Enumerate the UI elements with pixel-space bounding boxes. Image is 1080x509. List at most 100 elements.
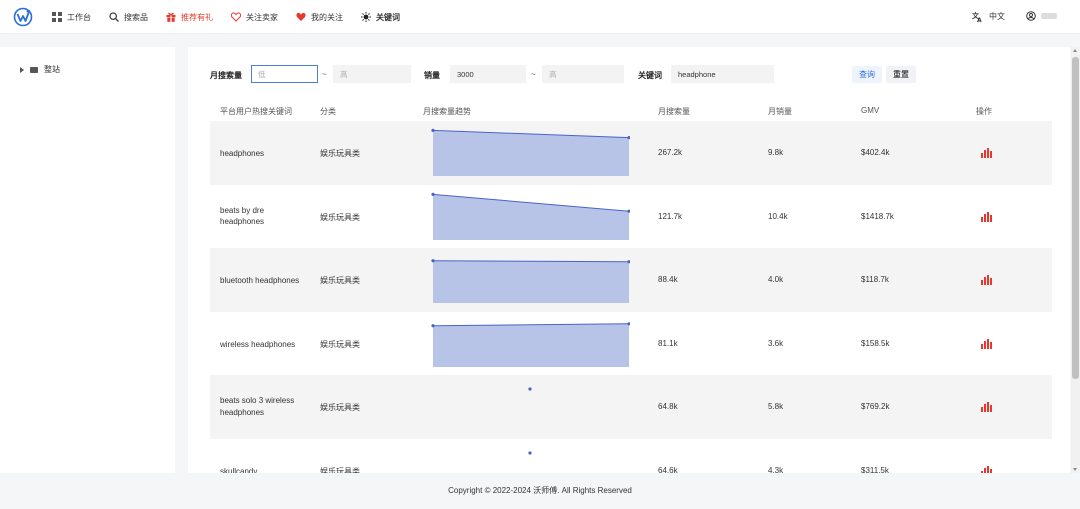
range-separator: ~ (531, 70, 536, 79)
bar-chart-icon[interactable] (981, 466, 993, 473)
header-keyword: 平台用户热搜关键词 (220, 107, 292, 116)
search-volume-cell: 88.4k (658, 275, 678, 285)
sales-min-input[interactable] (450, 65, 526, 83)
bar-chart-icon[interactable] (981, 275, 993, 286)
reset-button[interactable]: 重置 (886, 66, 916, 83)
heart-filled-icon (296, 12, 306, 21)
top-nav-bar: 工作台 搜索品 推荐有礼 关注卖家 我的关注 关键词 文A 中文 (0, 0, 1080, 34)
trend-point (431, 192, 435, 196)
nav-my-follows[interactable]: 我的关注 (296, 12, 343, 23)
query-button[interactable]: 查询 (852, 66, 882, 83)
trend-point (431, 128, 435, 132)
search-volume-cell: 64.6k (658, 466, 678, 473)
table-row: wireless headphones 娱乐玩具类 81.1k 3.6k $158.5k (210, 312, 1052, 376)
search-volume-min-input[interactable] (251, 65, 318, 83)
monthly-sales-cell: 3.6k (768, 338, 784, 348)
translate-icon: 文A (972, 11, 982, 22)
trend-sparkline (528, 387, 532, 391)
category-sidebar: 整站 (0, 47, 175, 473)
monthly-sales-cell: 10.4k (768, 211, 788, 221)
nav-label: 我的关注 (311, 12, 343, 22)
trend-point (431, 323, 435, 328)
vertical-scrollbar[interactable] (1071, 47, 1080, 473)
sales-max-input[interactable] (542, 65, 624, 83)
keyword-cell[interactable]: headphones (220, 148, 310, 160)
filter-bar: 月搜索量 ~ 销量 ~ 关键词 查询 重置 (188, 65, 1070, 84)
trend-area (433, 193, 629, 240)
language-switch[interactable]: 文A 中文 (972, 11, 1005, 22)
keyword-input[interactable] (671, 65, 774, 83)
header-search-volume[interactable]: 月搜索量 (658, 106, 690, 117)
table-row: beats solo 3 wireless headphones 娱乐玩具类 64.… (210, 375, 1052, 440)
table-row: beats by dre headphones 娱乐玩具类 121.7k 10.4k $… (210, 185, 1052, 249)
caret-right-icon[interactable] (20, 66, 24, 73)
header-monthly-sales[interactable]: 月销量 (768, 106, 792, 117)
nav-keywords[interactable]: 关键词 (361, 12, 400, 23)
heart-outline-icon (231, 12, 241, 22)
nav-search-products[interactable]: 搜索品 (109, 12, 148, 23)
search-volume-max-input[interactable] (333, 65, 411, 83)
bar-chart-icon[interactable] (981, 338, 993, 349)
header-trend: 月搜索量趋势 (423, 107, 471, 116)
scrollbar-thumb[interactable] (1072, 57, 1079, 379)
table-row: bluetooth headphones 娱乐玩具类 88.4k 4.0k $118.7… (210, 248, 1052, 313)
language-label: 中文 (989, 12, 1005, 21)
trend-sparkline (431, 192, 630, 240)
category-cell: 娱乐玩具类 (320, 339, 360, 349)
user-menu[interactable] (1026, 11, 1057, 21)
main-nav: 工作台 搜索品 推荐有礼 关注卖家 我的关注 关键词 (52, 0, 418, 34)
gift-icon (166, 12, 176, 22)
keyword-cell[interactable]: skullcandy (220, 466, 310, 473)
app-logo-icon[interactable] (13, 7, 33, 27)
nav-referral[interactable]: 推荐有礼 (166, 12, 213, 23)
search-volume-label: 月搜索量 (210, 71, 242, 80)
copyright-text: Copyright © 2022-2024 沃师傅. All Rights Re… (448, 486, 632, 495)
nav-label: 推荐有礼 (181, 12, 213, 22)
trend-point (528, 387, 532, 391)
trend-area (433, 323, 629, 367)
bar-chart-icon[interactable] (981, 148, 993, 158)
grid-icon (52, 12, 62, 22)
keyword-cell[interactable]: bluetooth headphones (220, 275, 310, 287)
header-action: 操作 (976, 107, 992, 116)
footer: Copyright © 2022-2024 沃师傅. All Rights Re… (0, 473, 1080, 509)
table-header: 平台用户热搜关键词 分类 月搜索量趋势 月搜索量 月销量 GMV 操作 (210, 104, 1052, 120)
gmv-cell: $311.5k (861, 466, 889, 473)
nav-label: 关注卖家 (246, 12, 278, 22)
monthly-sales-cell: 4.3k (768, 466, 784, 473)
header-gmv[interactable]: GMV (861, 106, 879, 115)
scroll-up-icon[interactable] (1073, 49, 1077, 52)
tree-node-root[interactable]: 整站 (20, 64, 60, 75)
keyword-cell[interactable]: wireless headphones (220, 339, 310, 351)
bar-chart-icon[interactable] (981, 211, 993, 222)
category-cell: 娱乐玩具类 (320, 403, 360, 413)
keyword-cell[interactable]: beats solo 3 wireless headphones (220, 395, 310, 418)
scroll-down-icon[interactable] (1073, 468, 1077, 471)
user-name-redacted (1041, 13, 1057, 19)
search-volume-cell: 121.7k (658, 211, 683, 221)
nav-workbench[interactable]: 工作台 (52, 12, 91, 23)
search-volume-cell: 81.1k (658, 338, 678, 348)
svg-text:A: A (977, 17, 982, 22)
user-avatar-icon (1026, 11, 1036, 21)
trend-area (433, 260, 629, 304)
nav-label: 关键词 (376, 12, 400, 22)
nav-label: 搜索品 (124, 12, 148, 22)
category-cell: 娱乐玩具类 (320, 212, 360, 222)
monthly-sales-cell: 9.8k (768, 148, 784, 157)
search-volume-cell: 64.8k (658, 402, 678, 412)
bar-chart-icon[interactable] (981, 402, 993, 413)
keyword-panel: 月搜索量 ~ 销量 ~ 关键词 查询 重置 平台用户热搜关键词 分类 月搜索量趋… (188, 47, 1070, 473)
trend-sparkline (431, 321, 630, 367)
gmv-cell: $402.4k (861, 148, 890, 157)
monthly-sales-cell: 4.0k (768, 275, 784, 285)
keyword-cell[interactable]: beats by dre headphones (220, 205, 310, 228)
gmv-cell: $158.5k (861, 338, 890, 348)
nav-follow-sellers[interactable]: 关注卖家 (231, 12, 278, 23)
trend-point (528, 451, 532, 455)
table-row: skullcandy 娱乐玩具类 64.6k 4.3k $311.5k (210, 439, 1052, 473)
table-row: headphones 娱乐玩具类 267.2k 9.8k $402.4k (210, 121, 1052, 185)
trend-point (431, 259, 435, 263)
search-volume-cell: 267.2k (658, 148, 683, 157)
gmv-cell: $118.7k (861, 275, 889, 285)
